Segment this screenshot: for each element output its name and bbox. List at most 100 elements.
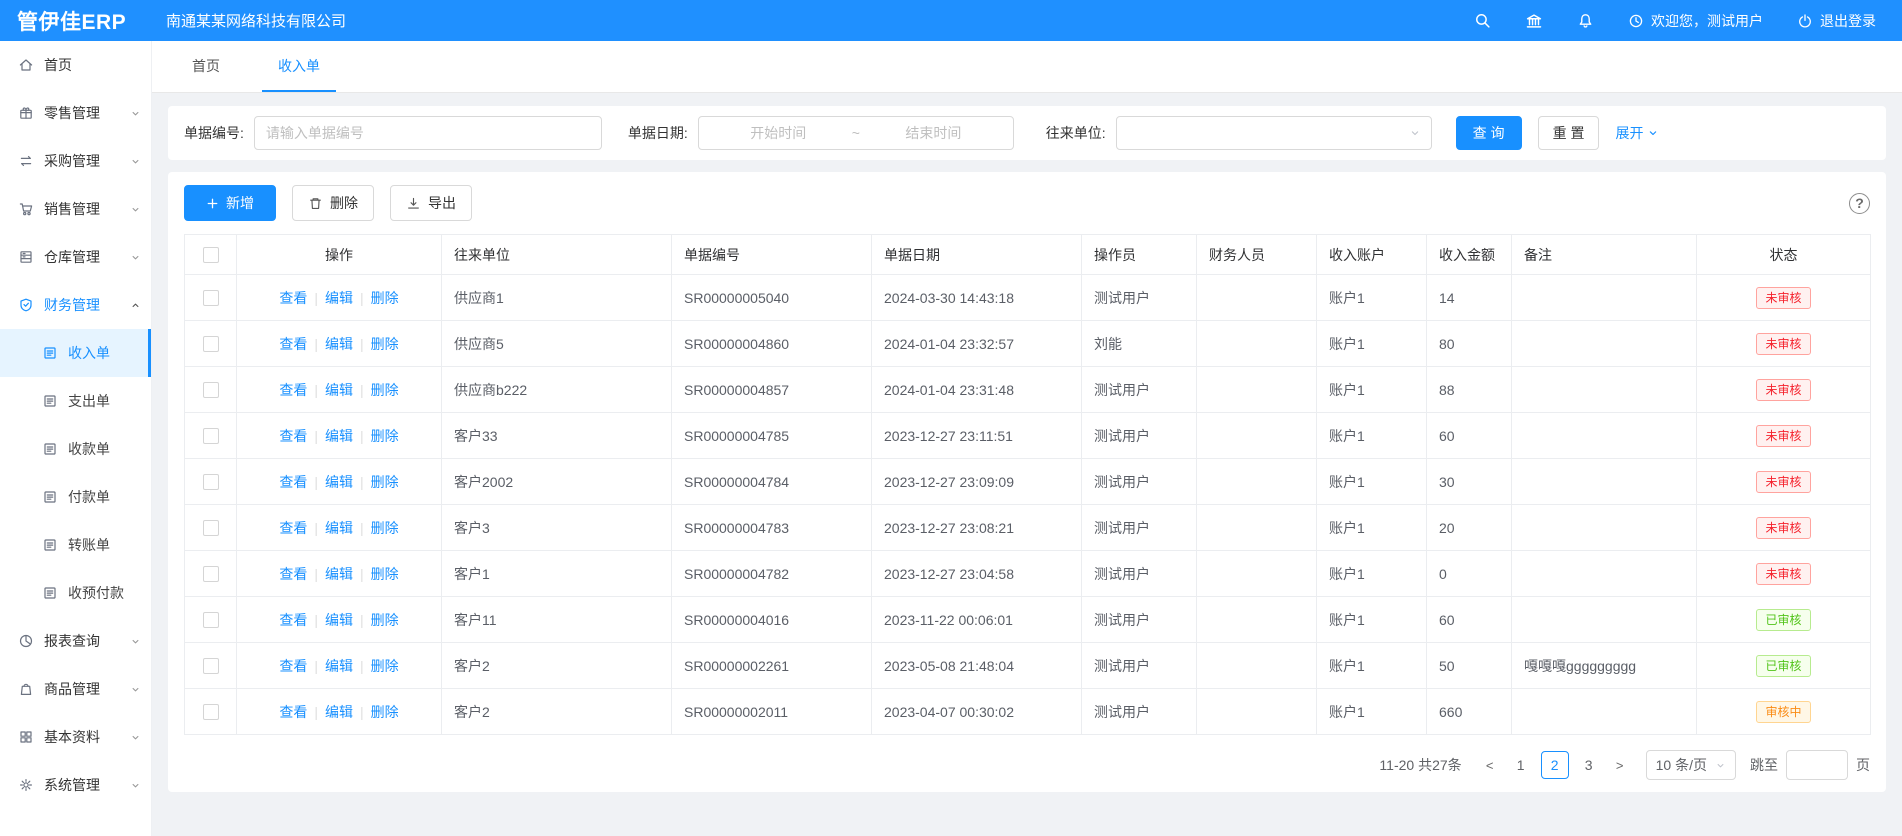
date-range-picker[interactable]: 开始时间 ~ 结束时间 xyxy=(698,116,1014,150)
row-action-编辑[interactable]: 编辑 xyxy=(325,336,353,352)
sidebar-item-支出单[interactable]: 支出单 xyxy=(0,377,151,425)
logout-icon xyxy=(1797,13,1813,29)
row-action-编辑[interactable]: 编辑 xyxy=(325,474,353,490)
bill-no-input[interactable] xyxy=(254,116,602,150)
export-button[interactable]: 导出 xyxy=(390,185,472,221)
logout-button[interactable]: 退出登录 xyxy=(1797,11,1876,31)
cell-partner: 客户11 xyxy=(442,597,672,643)
row-checkbox[interactable] xyxy=(203,290,219,306)
row-action-查看[interactable]: 查看 xyxy=(279,704,307,720)
row-action-删除[interactable]: 删除 xyxy=(371,658,399,674)
sidebar-item-付款单[interactable]: 付款单 xyxy=(0,473,151,521)
page-button-2[interactable]: 2 xyxy=(1541,751,1569,779)
row-action-查看[interactable]: 查看 xyxy=(279,658,307,674)
delete-button[interactable]: 删除 xyxy=(292,185,374,221)
search-button[interactable]: 查 询 xyxy=(1456,116,1522,150)
row-checkbox[interactable] xyxy=(203,612,219,628)
sidebar-item-仓库管理[interactable]: 仓库管理 xyxy=(0,233,151,281)
row-checkbox[interactable] xyxy=(203,704,219,720)
row-action-编辑[interactable]: 编辑 xyxy=(325,658,353,674)
row-action-查看[interactable]: 查看 xyxy=(279,612,307,628)
row-action-查看[interactable]: 查看 xyxy=(279,520,307,536)
add-button[interactable]: 新增 xyxy=(184,185,276,221)
column-header-单据日期: 单据日期 xyxy=(872,235,1082,275)
sidebar-item-label: 收入单 xyxy=(68,343,110,363)
basic-icon xyxy=(18,729,34,745)
row-action-编辑[interactable]: 编辑 xyxy=(325,704,353,720)
tab-home[interactable]: 首页 xyxy=(176,41,236,92)
row-action-编辑[interactable]: 编辑 xyxy=(325,520,353,536)
sidebar-item-财务管理[interactable]: 财务管理 xyxy=(0,281,151,329)
row-action-删除[interactable]: 删除 xyxy=(371,428,399,444)
row-action-编辑[interactable]: 编辑 xyxy=(325,566,353,582)
row-action-查看[interactable]: 查看 xyxy=(279,428,307,444)
row-action-编辑[interactable]: 编辑 xyxy=(325,612,353,628)
page-button-1[interactable]: 1 xyxy=(1507,751,1535,779)
sidebar-item-报表查询[interactable]: 报表查询 xyxy=(0,617,151,665)
row-action-编辑[interactable]: 编辑 xyxy=(325,428,353,444)
row-action-删除[interactable]: 删除 xyxy=(371,704,399,720)
row-action-删除[interactable]: 删除 xyxy=(371,566,399,582)
cell-remark xyxy=(1512,275,1697,321)
page-size-select[interactable]: 10 条/页 xyxy=(1646,750,1736,780)
doc-icon xyxy=(42,489,58,505)
search-icon[interactable] xyxy=(1474,12,1491,29)
prev-page-button[interactable]: < xyxy=(1476,751,1504,779)
sidebar-item-销售管理[interactable]: 销售管理 xyxy=(0,185,151,233)
sidebar-item-商品管理[interactable]: 商品管理 xyxy=(0,665,151,713)
cell-bill-no: SR00000004860 xyxy=(672,321,872,367)
jump-label: 跳至 xyxy=(1750,755,1778,775)
cell-finance xyxy=(1197,459,1317,505)
reset-button[interactable]: 重 置 xyxy=(1538,116,1600,150)
row-action-删除[interactable]: 删除 xyxy=(371,612,399,628)
bell-icon[interactable] xyxy=(1577,12,1594,29)
bank-icon[interactable] xyxy=(1525,12,1543,30)
row-checkbox[interactable] xyxy=(203,428,219,444)
tab-income-bill[interactable]: 收入单 xyxy=(262,41,336,92)
cell-finance xyxy=(1197,321,1317,367)
row-checkbox[interactable] xyxy=(203,336,219,352)
purchase-icon xyxy=(18,153,34,169)
chevron-down-icon xyxy=(1715,760,1726,771)
select-all-checkbox[interactable] xyxy=(203,247,219,263)
row-checkbox[interactable] xyxy=(203,566,219,582)
date-start-placeholder: 开始时间 xyxy=(709,123,848,143)
row-action-查看[interactable]: 查看 xyxy=(279,290,307,306)
row-checkbox[interactable] xyxy=(203,658,219,674)
table-toolbar: 新增 删除 导出 ? xyxy=(184,185,1870,221)
sidebar-item-label: 采购管理 xyxy=(44,151,100,171)
cell-finance xyxy=(1197,643,1317,689)
row-action-删除[interactable]: 删除 xyxy=(371,336,399,352)
sidebar-item-收入单[interactable]: 收入单 xyxy=(0,329,151,377)
row-action-查看[interactable]: 查看 xyxy=(279,566,307,582)
sidebar-item-系统管理[interactable]: 系统管理 xyxy=(0,761,151,809)
row-action-删除[interactable]: 删除 xyxy=(371,474,399,490)
row-action-编辑[interactable]: 编辑 xyxy=(325,290,353,306)
cell-finance xyxy=(1197,597,1317,643)
row-action-删除[interactable]: 删除 xyxy=(371,520,399,536)
expand-link[interactable]: 展开 xyxy=(1615,123,1659,143)
sidebar-item-首页[interactable]: 首页 xyxy=(0,41,151,89)
sidebar-item-基本资料[interactable]: 基本资料 xyxy=(0,713,151,761)
row-checkbox[interactable] xyxy=(203,382,219,398)
sidebar-item-收预付款[interactable]: 收预付款 xyxy=(0,569,151,617)
sidebar-item-label: 收预付款 xyxy=(68,583,124,603)
row-checkbox[interactable] xyxy=(203,474,219,490)
partner-select[interactable] xyxy=(1116,116,1432,150)
sidebar-item-label: 支出单 xyxy=(68,391,110,411)
next-page-button[interactable]: > xyxy=(1606,751,1634,779)
row-action-删除[interactable]: 删除 xyxy=(371,382,399,398)
help-icon[interactable]: ? xyxy=(1849,193,1870,214)
row-action-编辑[interactable]: 编辑 xyxy=(325,382,353,398)
row-action-查看[interactable]: 查看 xyxy=(279,336,307,352)
row-action-查看[interactable]: 查看 xyxy=(279,474,307,490)
page-button-3[interactable]: 3 xyxy=(1575,751,1603,779)
row-action-查看[interactable]: 查看 xyxy=(279,382,307,398)
sidebar-item-零售管理[interactable]: 零售管理 xyxy=(0,89,151,137)
sidebar-item-转账单[interactable]: 转账单 xyxy=(0,521,151,569)
row-checkbox[interactable] xyxy=(203,520,219,536)
row-action-删除[interactable]: 删除 xyxy=(371,290,399,306)
jump-page-input[interactable] xyxy=(1786,750,1848,780)
sidebar-item-收款单[interactable]: 收款单 xyxy=(0,425,151,473)
sidebar-item-采购管理[interactable]: 采购管理 xyxy=(0,137,151,185)
